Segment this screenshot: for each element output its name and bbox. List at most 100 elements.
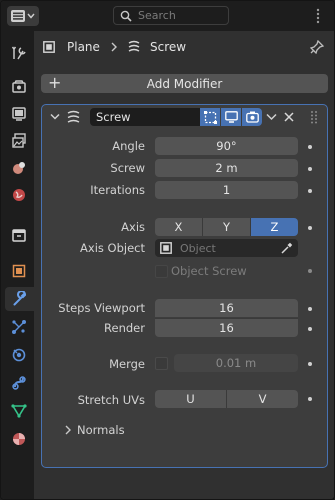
properties-editor-icon <box>11 10 25 22</box>
object-icon <box>43 41 55 53</box>
angle-label: Angle <box>112 139 145 153</box>
tab-tool[interactable] <box>6 41 32 65</box>
tab-world[interactable] <box>6 183 32 207</box>
modifier-header: Screw <box>42 105 327 129</box>
object-screw-label: Object Screw <box>171 264 247 278</box>
viewport-toggle[interactable] <box>221 108 241 126</box>
tab-collection[interactable] <box>6 223 32 247</box>
object-icon <box>160 242 172 254</box>
collection-icon <box>12 229 26 242</box>
keyframe-dot[interactable] <box>308 307 312 311</box>
output-icon <box>12 107 26 121</box>
axis-z-button[interactable]: Z <box>250 218 298 236</box>
pin-icon[interactable] <box>310 40 324 54</box>
world-icon <box>13 189 25 201</box>
normals-label: Normals <box>77 423 125 437</box>
property-tabs <box>1 31 34 499</box>
render-steps-label: Render <box>104 321 145 335</box>
keyframe-dot[interactable] <box>308 269 312 273</box>
tab-modifiers[interactable] <box>5 287 34 311</box>
breadcrumb: Plane Screw <box>34 31 334 63</box>
angle-field[interactable]: 90° <box>155 137 298 155</box>
keyframe-dot[interactable] <box>308 145 312 149</box>
search-field[interactable] <box>113 6 229 25</box>
search-icon <box>120 10 132 22</box>
tab-output[interactable] <box>6 102 32 126</box>
constraints-icon <box>12 376 26 390</box>
editor-type-button[interactable] <box>7 6 39 26</box>
plus-icon: + <box>48 73 62 92</box>
stretch-uvs-label: Stretch UVs <box>77 393 145 407</box>
screw-label: Screw <box>110 161 145 175</box>
keyframe-dot[interactable] <box>308 167 312 171</box>
tab-scene[interactable] <box>6 156 32 180</box>
chevron-down-icon <box>27 13 35 19</box>
drag-handle-icon[interactable] <box>310 110 318 124</box>
merge-checkbox[interactable] <box>155 357 168 370</box>
tab-render[interactable] <box>6 75 32 99</box>
steps-viewport-label: Steps Viewport <box>58 301 145 315</box>
chevron-down-icon[interactable] <box>266 113 277 121</box>
axis-object-field[interactable]: Object <box>155 239 298 257</box>
tab-particles[interactable] <box>6 315 32 339</box>
add-modifier-button[interactable]: + Add Modifier <box>41 74 328 93</box>
material-icon <box>13 433 25 445</box>
keyframe-dot[interactable] <box>308 397 312 401</box>
tab-constraints[interactable] <box>6 371 32 395</box>
view-layer-icon <box>12 133 26 148</box>
search-input[interactable] <box>136 8 228 23</box>
keyframe-dot[interactable] <box>308 327 312 331</box>
axis-object-placeholder: Object <box>180 241 216 255</box>
tool-icon <box>11 46 26 60</box>
physics-icon <box>12 348 26 362</box>
wrench-icon <box>13 291 26 306</box>
render-steps-field[interactable]: 16 <box>155 318 298 337</box>
edit-mode-icon <box>203 110 217 124</box>
camera-icon <box>245 111 259 123</box>
iterations-label: Iterations <box>90 183 145 197</box>
breadcrumb-modifier: Screw <box>150 40 187 54</box>
normals-subpanel-header[interactable]: Normals <box>42 419 327 443</box>
keyframe-dot[interactable] <box>308 226 312 230</box>
add-modifier-label: Add Modifier <box>146 76 223 91</box>
edit-mode-toggle[interactable] <box>200 108 220 126</box>
chevron-right-icon <box>65 425 71 435</box>
axis-object-label: Axis Object <box>80 241 145 255</box>
area-options-icon[interactable] <box>315 7 321 28</box>
viewport-monitor-icon <box>224 111 238 123</box>
top-bar <box>1 1 334 31</box>
breadcrumb-object: Plane <box>67 40 100 54</box>
merge-distance-field[interactable]: 0.01 m <box>174 354 298 372</box>
particles-icon <box>12 320 26 334</box>
stretch-u-button[interactable]: U <box>155 390 226 408</box>
chevron-right-icon <box>111 42 117 52</box>
axis-label: Axis <box>121 220 145 234</box>
keyframe-dot[interactable] <box>308 189 312 193</box>
modifier-name-field[interactable]: Screw <box>90 108 200 126</box>
screw-modifier-icon <box>67 110 80 123</box>
object-icon <box>12 264 26 278</box>
properties-content: Plane Screw + Add Modifier Screw Angle 9… <box>34 31 334 499</box>
collapse-chevron-icon[interactable] <box>50 113 60 121</box>
tab-object[interactable] <box>6 259 32 283</box>
screw-modifier-panel: Screw Angle 90° Screw 2 m Iterations 1 A… <box>41 104 328 468</box>
iterations-field[interactable]: 1 <box>155 181 298 199</box>
stretch-uvs-selector: U V <box>155 390 298 408</box>
axis-selector: X Y Z <box>155 218 298 236</box>
eyedropper-icon[interactable] <box>281 242 293 254</box>
render-toggle[interactable] <box>242 108 262 126</box>
tab-view-layer[interactable] <box>6 129 32 153</box>
tab-physics[interactable] <box>6 343 32 367</box>
close-icon[interactable] <box>284 112 294 122</box>
axis-y-button[interactable]: Y <box>202 218 250 236</box>
axis-x-button[interactable]: X <box>155 218 202 236</box>
scene-icon <box>13 162 25 174</box>
stretch-v-button[interactable]: V <box>226 390 298 408</box>
steps-viewport-field[interactable]: 16 <box>155 299 298 317</box>
mesh-data-icon <box>11 404 27 418</box>
object-screw-checkbox[interactable] <box>155 265 168 278</box>
screw-field[interactable]: 2 m <box>155 159 298 177</box>
tab-material[interactable] <box>6 427 32 451</box>
keyframe-dot[interactable] <box>308 362 312 366</box>
tab-data[interactable] <box>6 399 32 423</box>
